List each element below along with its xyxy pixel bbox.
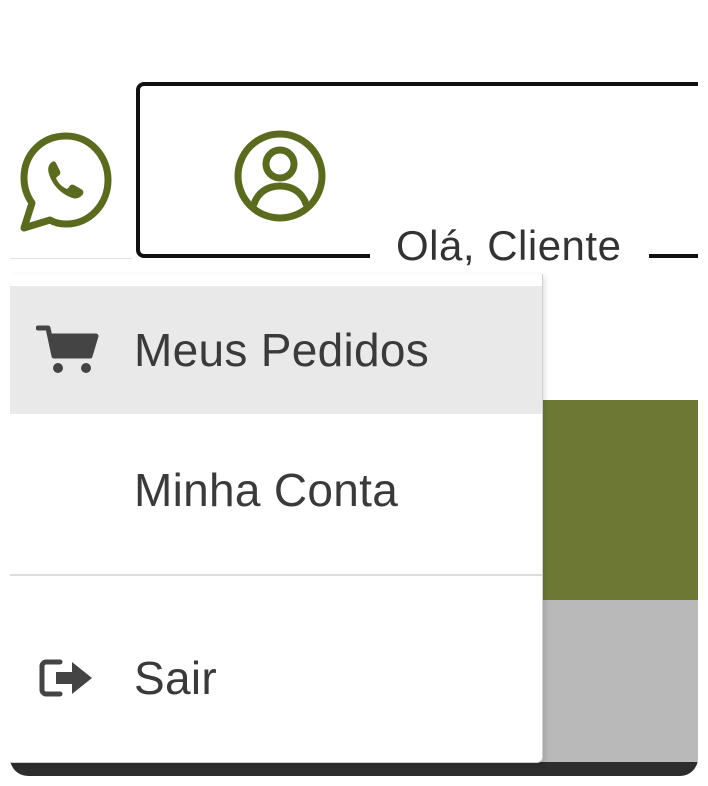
menu-divider (10, 574, 542, 576)
screenshot-frame: Olá, Cliente Meus Pedidos Minha Conta Sa… (10, 10, 698, 776)
header-divider (10, 258, 132, 259)
cart-icon (36, 325, 99, 373)
menu-item-my-orders[interactable]: Meus Pedidos (10, 286, 542, 414)
menu-item-label: Meus Pedidos (134, 324, 430, 376)
menu-item-my-account[interactable]: Minha Conta (10, 426, 542, 554)
hero-banner-gray (530, 600, 698, 776)
page-bottom-strip (10, 762, 698, 776)
menu-item-label: Minha Conta (134, 464, 399, 516)
logout-icon (39, 659, 92, 697)
whatsapp-icon[interactable] (16, 128, 116, 234)
account-dropdown-menu: Meus Pedidos Minha Conta Sair (10, 274, 543, 763)
menu-item-logout[interactable]: Sair (10, 614, 542, 742)
hero-banner-olive (530, 400, 698, 600)
user-circle-icon (234, 130, 326, 222)
greeting-text[interactable]: Olá, Cliente (370, 218, 650, 274)
menu-item-label: Sair (134, 652, 218, 704)
